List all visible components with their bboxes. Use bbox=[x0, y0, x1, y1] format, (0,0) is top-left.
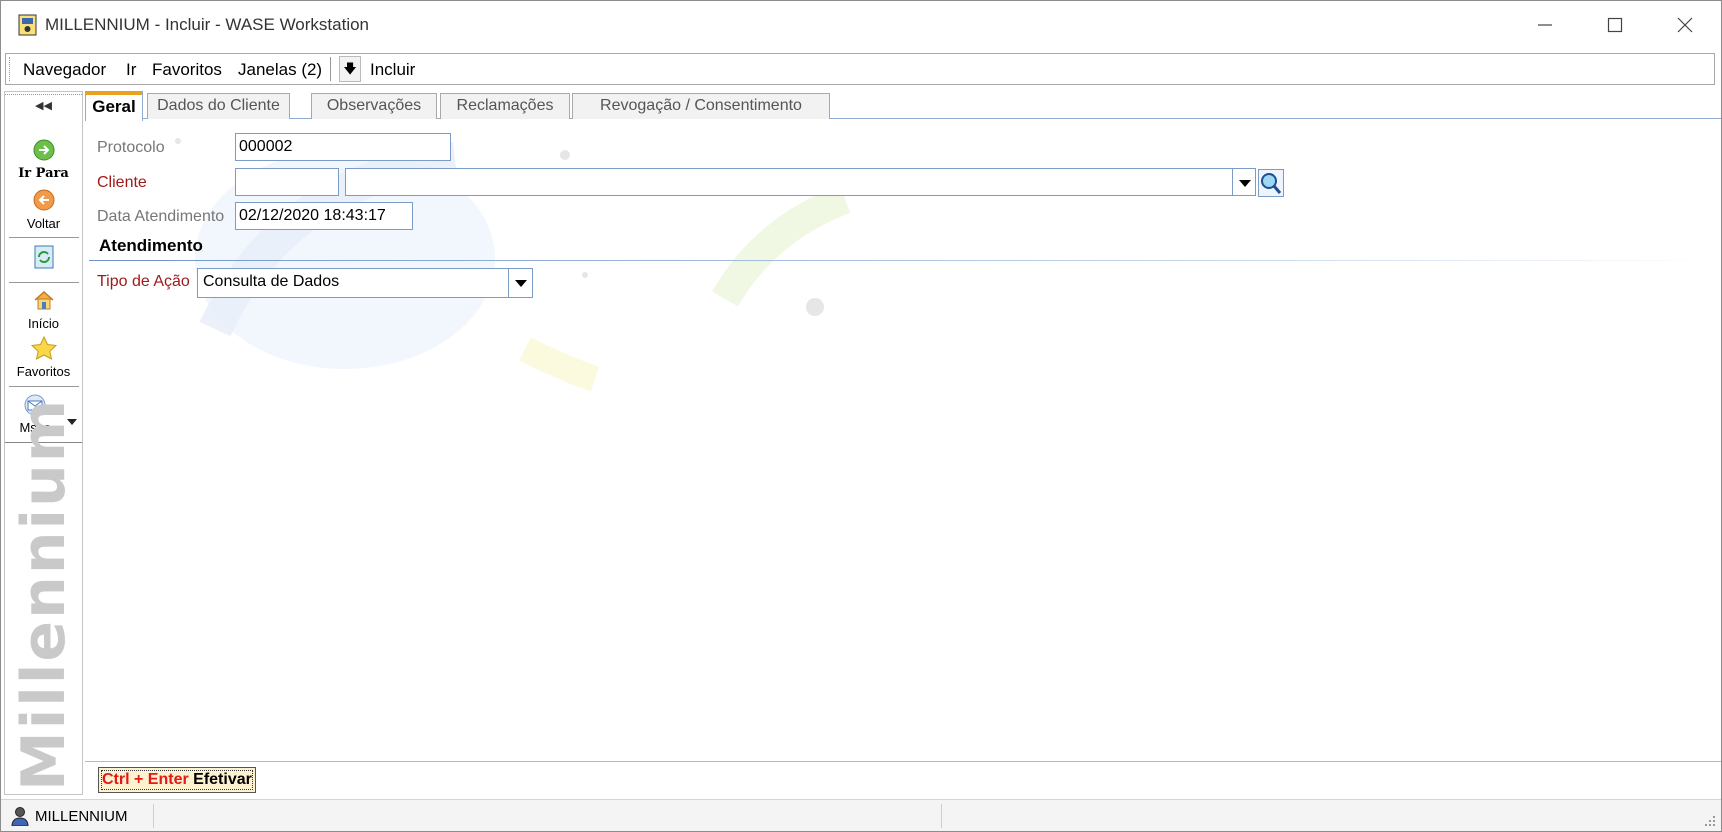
toolbar-favoritos-button[interactable]: Favoritos bbox=[5, 335, 82, 379]
cliente-dropdown-button[interactable] bbox=[1232, 168, 1256, 196]
toolbar-ir-para-label: Ir Para bbox=[18, 166, 69, 181]
location-text: Incluir bbox=[370, 60, 416, 79]
maximize-icon bbox=[1607, 17, 1623, 32]
toolbar-separator bbox=[9, 386, 79, 387]
menu-bar: Navegador Ir Favoritos Janelas (2) 🡇 Inc… bbox=[5, 53, 1715, 85]
refresh-icon bbox=[34, 245, 53, 269]
close-button[interactable] bbox=[1653, 1, 1717, 48]
efetivar-shortcut: Ctrl + Enter bbox=[102, 771, 189, 788]
toolbar-separator bbox=[9, 237, 79, 238]
title-bar[interactable]: MILLENNIUM - Incluir - WASE Workstation bbox=[1, 1, 1721, 48]
close-icon bbox=[1677, 17, 1693, 32]
cliente-label: Cliente bbox=[97, 174, 147, 191]
status-bar: MILLENNIUM bbox=[1, 799, 1721, 831]
toolbar-voltar-label: Voltar bbox=[26, 216, 61, 231]
application-window: MILLENNIUM - Incluir - WASE Workstation … bbox=[0, 0, 1722, 832]
status-separator bbox=[941, 804, 942, 828]
action-bar: Ctrl + Enter Efetivar bbox=[85, 761, 1721, 797]
tipo-de-acao-select[interactable]: Consulta de Dados bbox=[197, 268, 533, 298]
tab-revogacao-consentimento[interactable]: Revogação / Consentimento bbox=[572, 93, 830, 119]
efetivar-button[interactable]: Ctrl + Enter Efetivar bbox=[98, 767, 256, 793]
protocolo-label: Protocolo bbox=[97, 139, 165, 156]
menu-separator bbox=[330, 57, 332, 81]
menu-janelas[interactable]: Janelas (2) bbox=[238, 60, 322, 80]
window-title: MILLENNIUM - Incluir - WASE Workstation bbox=[45, 15, 370, 34]
back-arrow-icon bbox=[33, 189, 54, 211]
cliente-search-button[interactable] bbox=[1258, 169, 1284, 197]
data-atendimento-label: Data Atendimento bbox=[97, 208, 225, 225]
double-chevron-left-icon: ◀◀ bbox=[35, 100, 52, 112]
search-icon bbox=[1261, 173, 1282, 194]
menu-grip[interactable] bbox=[9, 57, 13, 81]
section-divider bbox=[89, 260, 1719, 261]
toolbar-separator bbox=[9, 282, 79, 283]
data-atendimento-input[interactable] bbox=[235, 202, 413, 230]
go-arrow-icon bbox=[33, 139, 54, 161]
tab-dados-do-cliente[interactable]: Dados do Cliente bbox=[147, 93, 290, 119]
resize-grip-icon[interactable] bbox=[1703, 814, 1717, 828]
protocolo-input[interactable] bbox=[235, 133, 451, 161]
toolbar-voltar-button[interactable]: Voltar bbox=[5, 188, 82, 231]
toolbar-inicio-button[interactable]: Início bbox=[5, 288, 82, 331]
minimize-icon bbox=[1538, 23, 1552, 26]
collapse-toolbar-button[interactable]: ◀◀ bbox=[5, 94, 82, 114]
maximize-button[interactable] bbox=[1583, 1, 1647, 48]
tab-observacoes[interactable]: Observações bbox=[311, 93, 437, 119]
efetivar-label: Efetivar bbox=[193, 771, 252, 788]
menu-favoritos[interactable]: Favoritos bbox=[152, 60, 222, 80]
brand-logo-text: Millennium bbox=[9, 397, 79, 791]
tipo-de-acao-dropdown-button[interactable] bbox=[508, 269, 532, 297]
menu-ir[interactable]: Ir bbox=[126, 60, 136, 80]
minimize-button[interactable] bbox=[1513, 1, 1577, 48]
app-icon bbox=[18, 14, 37, 36]
toolbar-favoritos-label: Favoritos bbox=[16, 364, 71, 379]
star-icon bbox=[30, 335, 57, 360]
main-content: Geral Dados do Cliente Observações Recla… bbox=[85, 89, 1721, 796]
tipo-de-acao-label: Tipo de Ação bbox=[97, 273, 190, 290]
tipo-de-acao-value: Consulta de Dados bbox=[203, 273, 340, 290]
toolbar-inicio-label: Início bbox=[27, 316, 60, 331]
cliente-code-input[interactable] bbox=[235, 168, 339, 196]
menu-navegador[interactable]: Navegador bbox=[23, 60, 106, 80]
status-user: MILLENNIUM bbox=[35, 808, 128, 825]
section-title-atendimento: Atendimento bbox=[99, 236, 203, 255]
toolbar-refresh-button[interactable] bbox=[5, 245, 82, 272]
arrow-down-icon: 🡇 bbox=[343, 61, 357, 76]
tab-geral[interactable]: Geral bbox=[85, 91, 143, 121]
tab-reclamacoes[interactable]: Reclamações bbox=[440, 93, 570, 119]
toolbar-ir-para-button[interactable]: Ir Para bbox=[5, 138, 82, 181]
status-separator bbox=[153, 804, 154, 828]
tab-strip: Geral Dados do Cliente Observações Recla… bbox=[85, 91, 1721, 121]
home-icon bbox=[34, 290, 53, 310]
cliente-name-input[interactable] bbox=[345, 168, 1234, 196]
location-dropdown-button[interactable]: 🡇 bbox=[339, 56, 361, 82]
user-icon bbox=[11, 807, 29, 826]
